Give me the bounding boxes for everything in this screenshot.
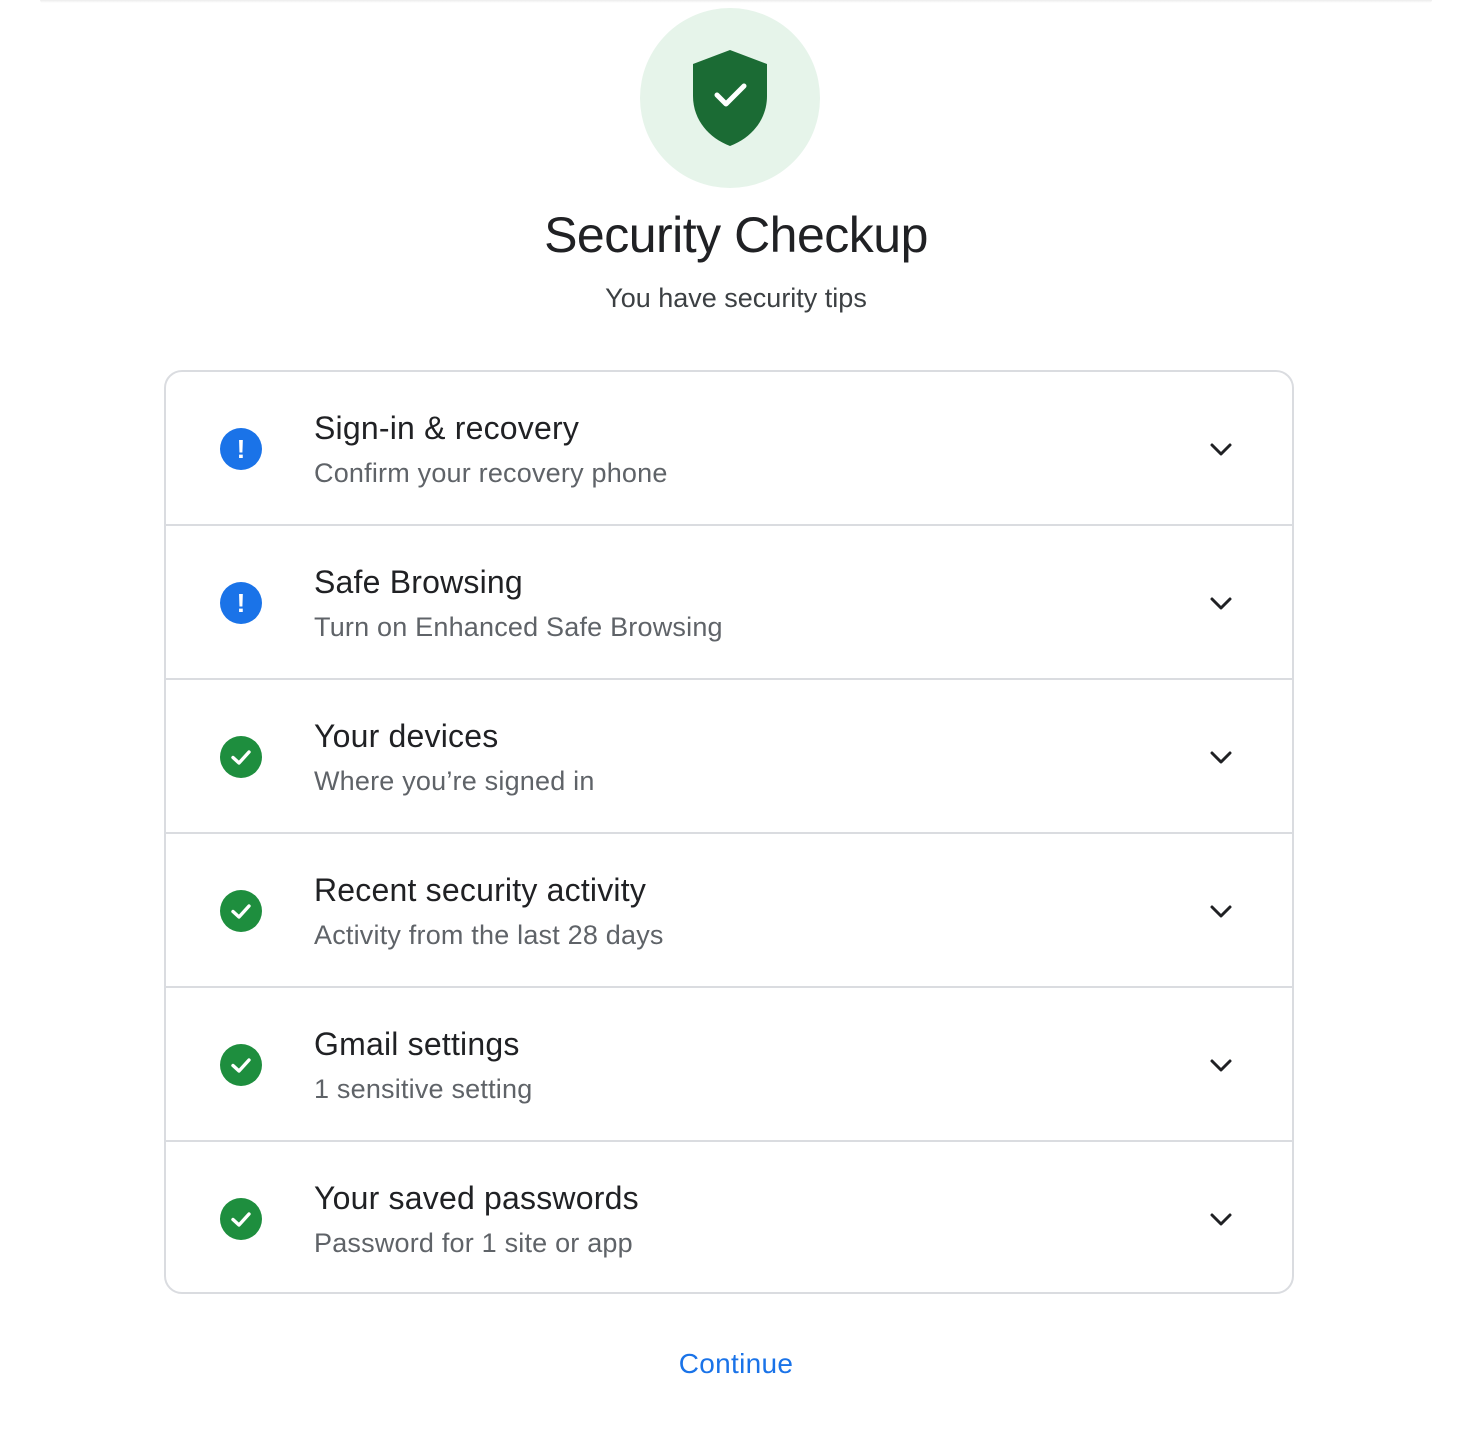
checkup-item-saved-passwords[interactable]: Your saved passwords Password for 1 site… xyxy=(166,1142,1292,1292)
shield-check-icon xyxy=(693,50,767,146)
check-circle-icon xyxy=(220,1198,262,1240)
item-title: Your devices xyxy=(314,718,499,754)
exclamation-icon: ! xyxy=(220,582,262,624)
item-description: 1 sensitive setting xyxy=(314,1074,533,1104)
check-circle-icon xyxy=(220,1044,262,1086)
item-description: Where you’re signed in xyxy=(314,766,595,796)
item-description: Turn on Enhanced Safe Browsing xyxy=(314,612,723,642)
item-title: Safe Browsing xyxy=(314,564,523,600)
chevron-down-icon[interactable] xyxy=(1206,896,1236,926)
continue-button[interactable]: Continue xyxy=(0,1348,1472,1380)
chevron-down-icon[interactable] xyxy=(1206,742,1236,772)
page-subtitle: You have security tips xyxy=(605,283,867,313)
page-title: Security Checkup xyxy=(544,207,928,263)
item-title: Your saved passwords xyxy=(314,1180,639,1216)
checkup-item-sign-in-recovery[interactable]: ! Sign-in & recovery Confirm your recove… xyxy=(166,372,1292,526)
security-checkup-page: Security Checkup You have security tips … xyxy=(0,0,1472,1440)
chevron-down-icon[interactable] xyxy=(1206,1204,1236,1234)
exclamation-icon: ! xyxy=(220,428,262,470)
checkup-item-your-devices[interactable]: Your devices Where you’re signed in xyxy=(166,680,1292,834)
item-description: Activity from the last 28 days xyxy=(314,920,664,950)
top-divider xyxy=(40,0,1432,3)
item-title: Recent security activity xyxy=(314,872,647,908)
checkup-item-recent-security-activity[interactable]: Recent security activity Activity from t… xyxy=(166,834,1292,988)
hero-badge xyxy=(640,8,820,188)
item-title: Gmail settings xyxy=(314,1026,520,1062)
checkup-list: ! Sign-in & recovery Confirm your recove… xyxy=(164,370,1294,1294)
check-circle-icon xyxy=(220,736,262,778)
chevron-down-icon[interactable] xyxy=(1206,1050,1236,1080)
checkup-item-gmail-settings[interactable]: Gmail settings 1 sensitive setting xyxy=(166,988,1292,1142)
chevron-down-icon[interactable] xyxy=(1206,588,1236,618)
item-description: Password for 1 site or app xyxy=(314,1228,633,1258)
checkup-item-safe-browsing[interactable]: ! Safe Browsing Turn on Enhanced Safe Br… xyxy=(166,526,1292,680)
check-circle-icon xyxy=(220,890,262,932)
chevron-down-icon[interactable] xyxy=(1206,434,1236,464)
item-description: Confirm your recovery phone xyxy=(314,458,668,488)
item-title: Sign-in & recovery xyxy=(314,410,580,446)
